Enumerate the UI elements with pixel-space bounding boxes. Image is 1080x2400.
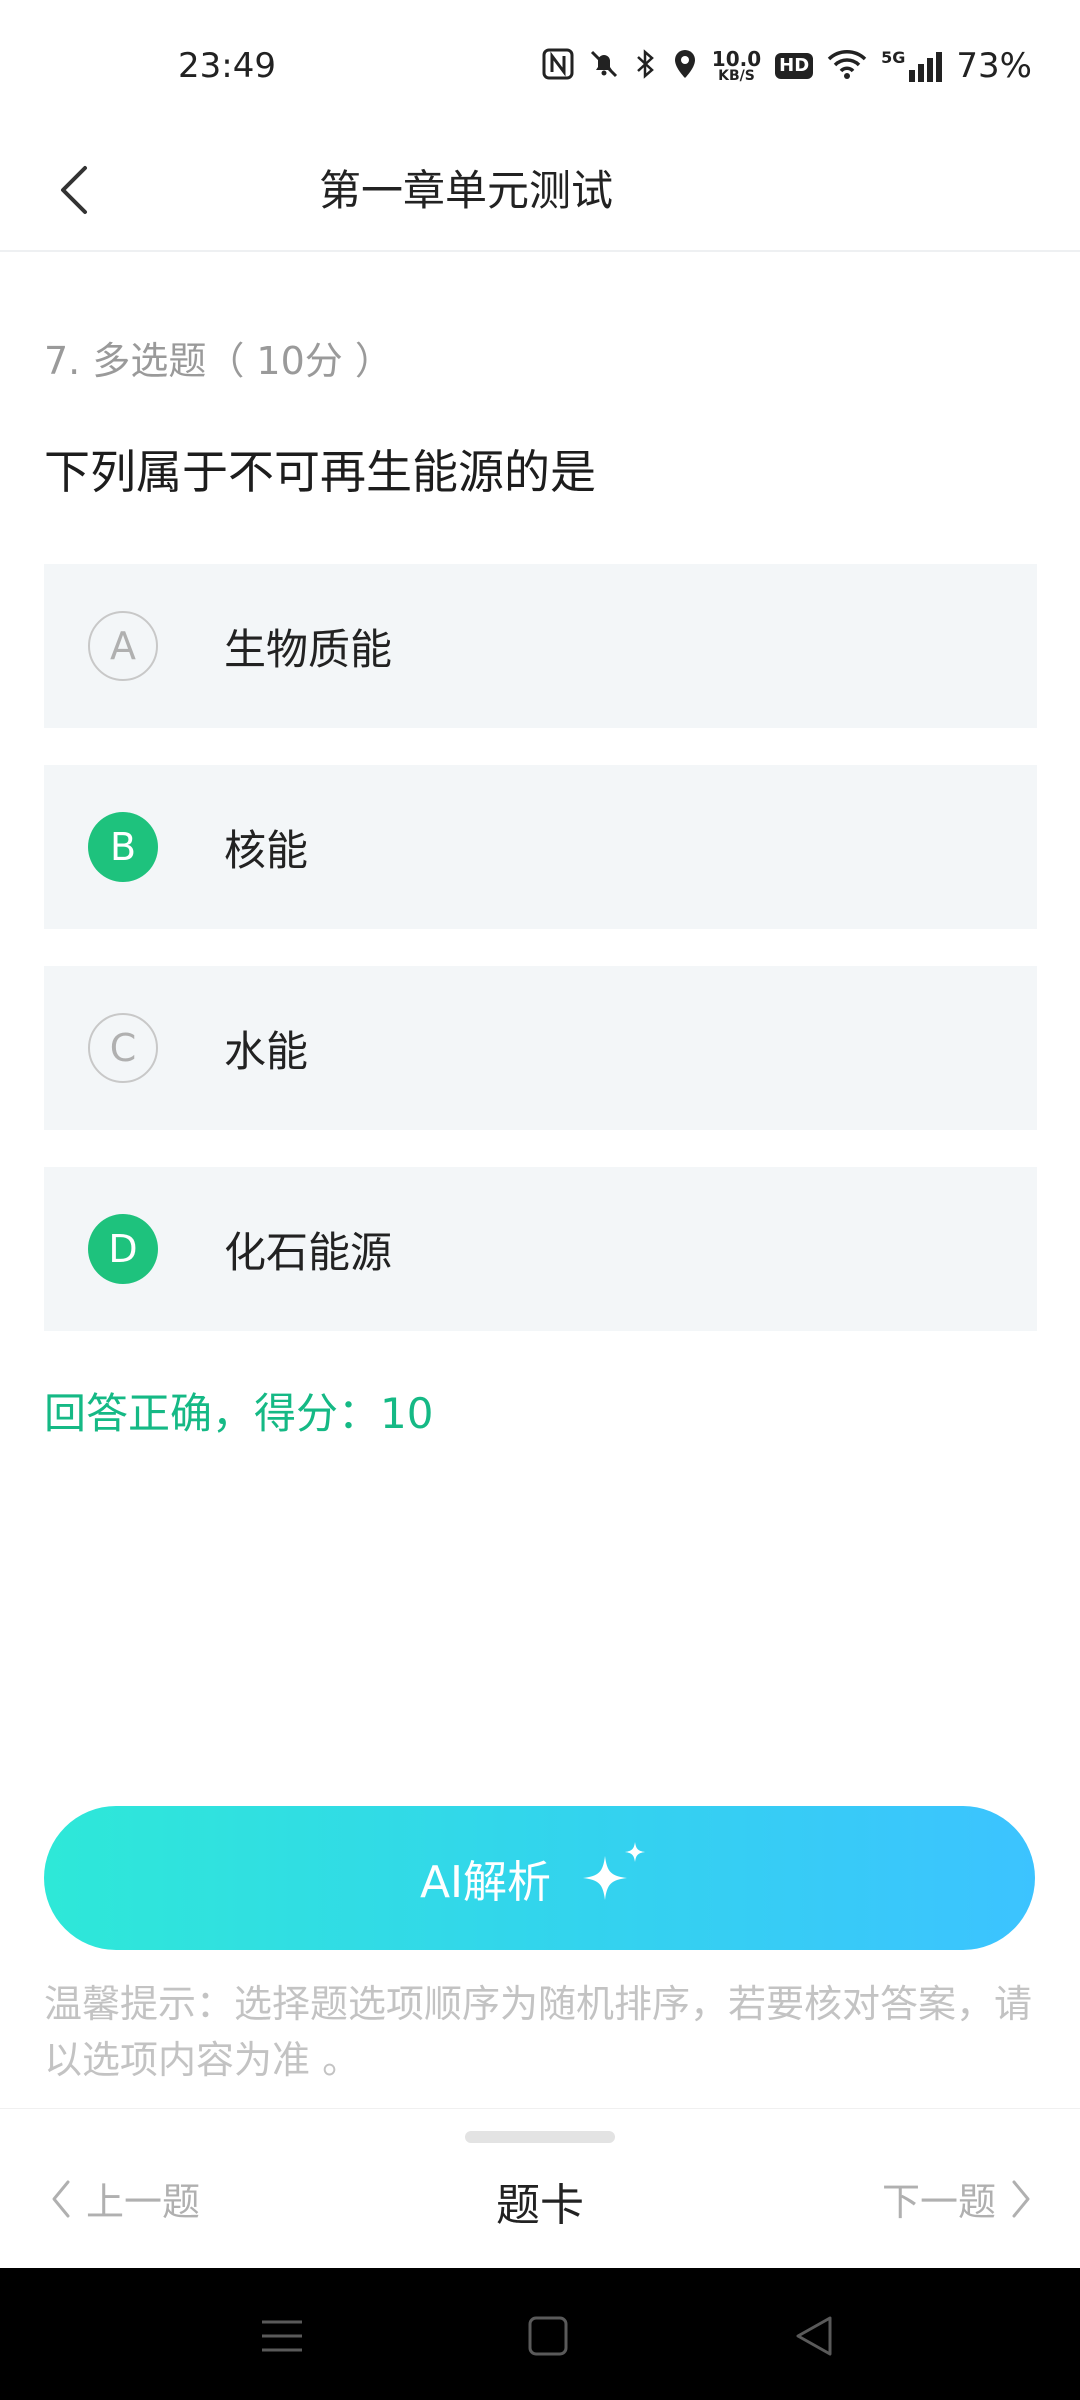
- ai-analysis-label: AI解析: [419, 1857, 552, 1908]
- option-a[interactable]: A 生物质能: [44, 564, 1037, 728]
- option-c[interactable]: C 水能: [44, 966, 1037, 1130]
- chevron-left-icon: [61, 166, 87, 214]
- menu-icon[interactable]: [254, 2308, 310, 2364]
- option-letter-badge: B: [88, 812, 158, 882]
- signal-label: 5G: [881, 48, 906, 67]
- home-icon[interactable]: [520, 2308, 576, 2364]
- chevron-right-icon: [1012, 2180, 1030, 2217]
- nfc-icon: [542, 48, 574, 85]
- page-title: 第一章单元测试: [318, 166, 613, 215]
- option-letter-badge: D: [88, 1214, 158, 1284]
- status-time: 23:49: [178, 46, 276, 86]
- question-text: 下列属于不可再生能源的是: [44, 445, 596, 499]
- system-nav-bar: [0, 2268, 1080, 2400]
- option-letter-badge: A: [88, 611, 158, 681]
- mute-icon: [588, 48, 620, 85]
- option-letter-badge: C: [88, 1013, 158, 1083]
- answer-result: 回答正确，得分：10: [44, 1389, 434, 1438]
- ai-analysis-button[interactable]: AI解析: [44, 1806, 1035, 1950]
- option-d[interactable]: D 化石能源: [44, 1167, 1037, 1331]
- bluetooth-icon: [634, 48, 658, 85]
- status-bar: 23:49 10.0 KB/S HD 5G 73%: [0, 0, 1080, 132]
- drag-handle[interactable]: [465, 2131, 615, 2143]
- net-speed: 10.0 KB/S: [712, 49, 761, 83]
- option-label: 水能: [224, 1026, 309, 1076]
- back-button[interactable]: [44, 150, 104, 230]
- location-icon: [672, 48, 698, 85]
- battery-percent: 73%: [956, 46, 1032, 86]
- next-question-label: 下一题: [881, 2180, 996, 2224]
- status-icons: 10.0 KB/S HD 5G 73%: [542, 46, 1032, 86]
- signal-icon: [909, 52, 943, 82]
- bottom-nav: 上一题 题卡 下一题: [0, 2108, 1080, 2269]
- option-label: 化石能源: [224, 1227, 393, 1277]
- option-label: 生物质能: [224, 624, 393, 674]
- net-speed-value: 10.0: [711, 47, 762, 71]
- option-b[interactable]: B 核能: [44, 765, 1037, 929]
- option-label: 核能: [224, 825, 309, 875]
- title-bar: 第一章单元测试: [0, 132, 1080, 252]
- net-speed-unit: KB/S: [718, 68, 755, 84]
- sparkle-icon: [583, 1842, 646, 1900]
- question-meta: 7. 多选题（ 10分 ）: [44, 339, 393, 383]
- back-triangle-icon[interactable]: [786, 2308, 842, 2364]
- signal: 5G: [881, 48, 943, 82]
- wifi-icon: [827, 48, 867, 85]
- tip-text: 温馨提示：选择题选项顺序为随机排序，若要核对答案，请以选项内容为准 。: [44, 1982, 1033, 2082]
- next-question-button[interactable]: 下一题: [882, 2171, 1032, 2226]
- hd-badge: HD: [775, 53, 814, 79]
